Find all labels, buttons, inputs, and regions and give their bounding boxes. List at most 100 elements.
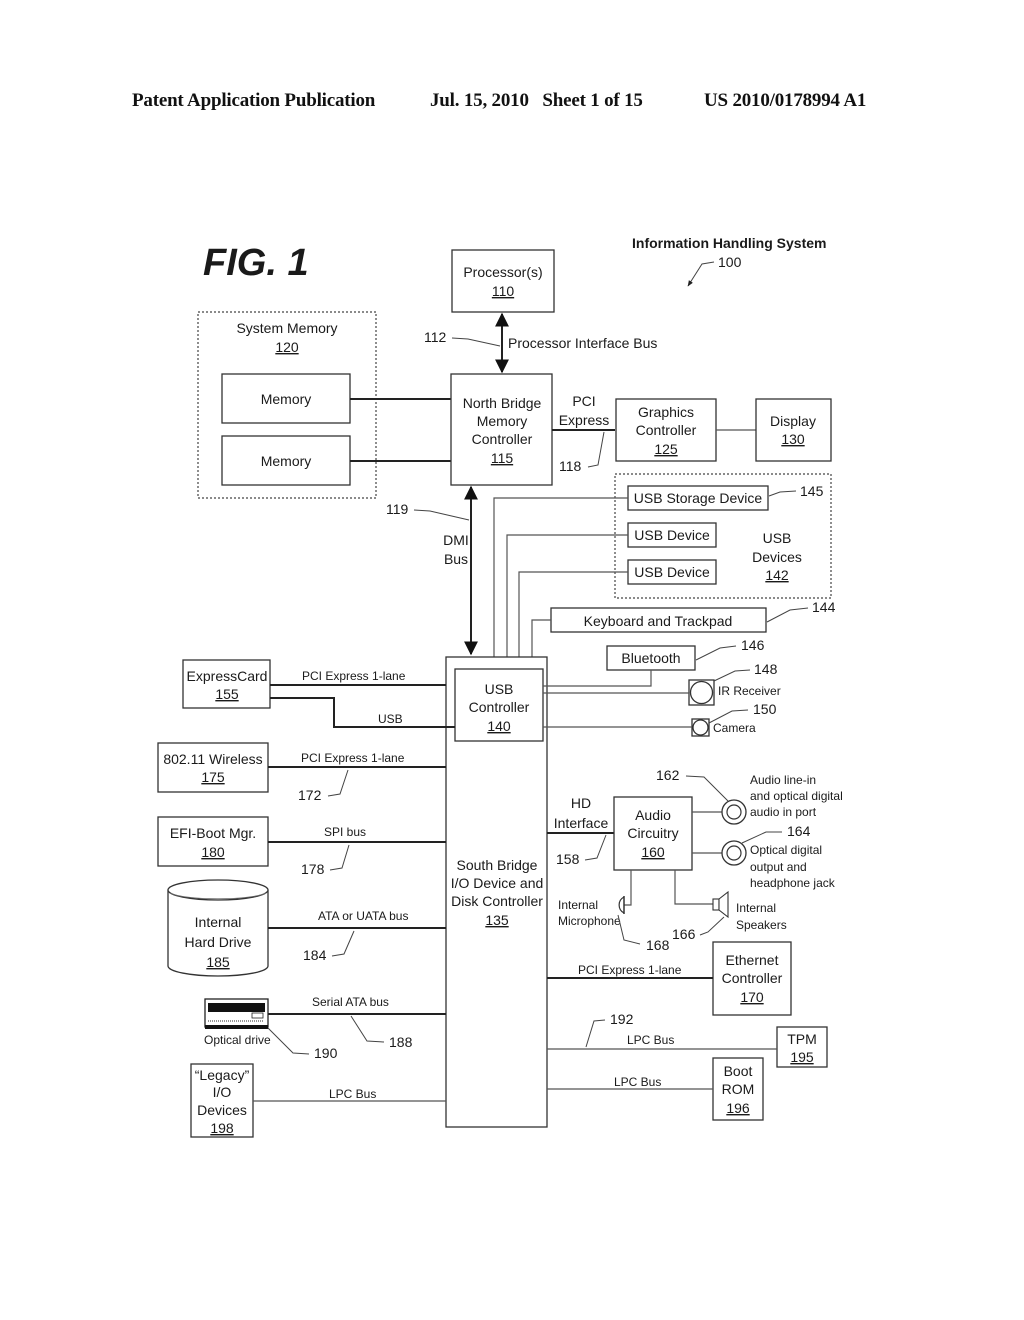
- svg-text:Audio: Audio: [635, 807, 671, 823]
- usb-device-2-block: USB Device: [627, 559, 717, 585]
- svg-text:130: 130: [781, 431, 805, 447]
- leader-line: [695, 645, 737, 661]
- tpm-lpc-label: LPC Bus: [627, 1033, 674, 1047]
- leader-line: [451, 337, 501, 347]
- ir-receiver-label: IR Receiver: [718, 684, 781, 698]
- microphone-icon: [618, 896, 625, 914]
- svg-text:Keyboard and Trackpad: Keyboard and Trackpad: [584, 613, 733, 629]
- svg-text:185: 185: [206, 954, 230, 970]
- wireless-pcie-ref: 172: [298, 787, 322, 803]
- svg-text:115: 115: [491, 450, 514, 466]
- ir-receiver-icon: [688, 679, 715, 706]
- svg-text:ExpressCard: ExpressCard: [187, 668, 268, 684]
- audio-in-label-1: Audio line-in: [750, 773, 816, 787]
- boot-rom-block: Boot ROM 196: [712, 1057, 764, 1121]
- bluetooth-wire: [543, 670, 652, 687]
- usb-controller-block: USB Controller 140: [454, 668, 544, 742]
- svg-text:Controller: Controller: [722, 970, 783, 986]
- ethernet-controller-block: Ethernet Controller 170: [712, 941, 792, 1016]
- svg-text:ROM: ROM: [722, 1081, 755, 1097]
- svg-text:155: 155: [215, 686, 239, 702]
- camera-label: Camera: [713, 721, 756, 735]
- camera-icon: [691, 718, 710, 737]
- memory-block-b: Memory: [221, 435, 351, 486]
- svg-text:802.11 Wireless: 802.11 Wireless: [163, 751, 262, 767]
- wireless-block: 802.11 Wireless 175: [157, 742, 269, 793]
- hd-interface-ref: 158: [556, 851, 580, 867]
- svg-text:Processor(s): Processor(s): [463, 264, 542, 280]
- leader-line: [713, 669, 751, 682]
- ethernet-pcie-label: PCI Express 1-lane: [578, 963, 682, 977]
- speakers-ref: 166: [672, 926, 696, 942]
- svg-text:USB Device: USB Device: [634, 527, 710, 543]
- pci-express-ref: 118: [559, 458, 582, 474]
- svg-text:Circuitry: Circuitry: [627, 825, 678, 841]
- audio-out-ref: 164: [787, 823, 811, 839]
- block-diagram: FIG. 1 Information Handling System 100 P…: [157, 235, 843, 1138]
- leader-line: [585, 1019, 606, 1048]
- leader-line: [768, 490, 797, 497]
- bootrom-lpc-label: LPC Bus: [614, 1075, 661, 1089]
- svg-text:Disk Controller: Disk Controller: [451, 893, 543, 909]
- audio-in-ref: 162: [656, 767, 680, 783]
- svg-text:110: 110: [492, 283, 515, 299]
- optical-drive-icon: [204, 998, 269, 1029]
- graphics-controller-block: Graphics Controller 125: [615, 398, 717, 462]
- leader-line: [331, 930, 355, 957]
- audio-out-jack-icon: [721, 840, 747, 866]
- audio-out-label-3: headphone jack: [750, 876, 836, 890]
- pci-express-label-1: PCI: [572, 393, 595, 409]
- system-memory-label: System Memory: [236, 320, 337, 336]
- speaker-wire: [674, 870, 713, 905]
- optical-drive-ref: 190: [314, 1045, 338, 1061]
- speakers-label-1: Internal: [736, 901, 776, 915]
- svg-text:Bluetooth: Bluetooth: [621, 650, 680, 666]
- svg-text:170: 170: [740, 989, 764, 1005]
- leader-line: [741, 831, 782, 844]
- usb-devices-label-1: USB: [763, 530, 792, 546]
- svg-text:125: 125: [654, 441, 678, 457]
- svg-text:EFI-Boot Mgr.: EFI-Boot Mgr.: [170, 825, 256, 841]
- svg-text:195: 195: [790, 1049, 814, 1065]
- dmi-bus-ref: 119: [386, 501, 409, 517]
- svg-text:Ethernet: Ethernet: [726, 952, 779, 968]
- expresscard-pcie-label: PCI Express 1-lane: [302, 669, 406, 683]
- keyboard-trackpad-block: Keyboard and Trackpad: [550, 607, 767, 633]
- microphone-label-2: Microphone: [558, 914, 621, 928]
- sata-label: Serial ATA bus: [312, 995, 389, 1009]
- svg-text:135: 135: [485, 912, 509, 928]
- usb-devices-ref: 142: [765, 567, 789, 583]
- svg-text:196: 196: [726, 1100, 750, 1116]
- svg-text:Controller: Controller: [469, 699, 530, 715]
- svg-text:180: 180: [201, 844, 225, 860]
- leader-line: [267, 1027, 310, 1055]
- svg-text:198: 198: [210, 1120, 234, 1136]
- svg-text:Memory: Memory: [261, 453, 312, 469]
- svg-text:I/O Device and: I/O Device and: [451, 875, 544, 891]
- leader-line: [617, 914, 641, 945]
- leader-line: [699, 916, 725, 936]
- system-title: Information Handling System: [632, 235, 826, 251]
- svg-text:Hard Drive: Hard Drive: [185, 934, 252, 950]
- figure-label: FIG. 1: [203, 242, 309, 284]
- svg-text:Display: Display: [770, 413, 816, 429]
- memory-block-a: Memory: [221, 373, 351, 424]
- spi-bus-label: SPI bus: [324, 825, 366, 839]
- svg-text:“Legacy”: “Legacy”: [195, 1067, 250, 1083]
- hd-interface-label-1: HD: [571, 795, 591, 811]
- audio-in-jack-icon: [721, 799, 747, 825]
- display-block: Display 130: [755, 398, 832, 462]
- microphone-wire: [624, 870, 632, 906]
- svg-text:TPM: TPM: [787, 1031, 817, 1047]
- tpm-lpc-ref: 192: [610, 1011, 634, 1027]
- usb-storage-ref: 145: [800, 483, 824, 499]
- microphone-label-1: Internal: [558, 898, 598, 912]
- legacy-io-block: “Legacy” I/O Devices 198: [190, 1063, 254, 1138]
- tpm-block: TPM 195: [776, 1026, 828, 1068]
- wireless-pcie-label: PCI Express 1-lane: [301, 751, 405, 765]
- speaker-icon: [712, 890, 729, 919]
- svg-text:USB Device: USB Device: [634, 564, 710, 580]
- processor-block: Processor(s) 110: [451, 249, 555, 313]
- speakers-label-2: Speakers: [736, 918, 787, 932]
- ir-receiver-ref: 148: [754, 661, 778, 677]
